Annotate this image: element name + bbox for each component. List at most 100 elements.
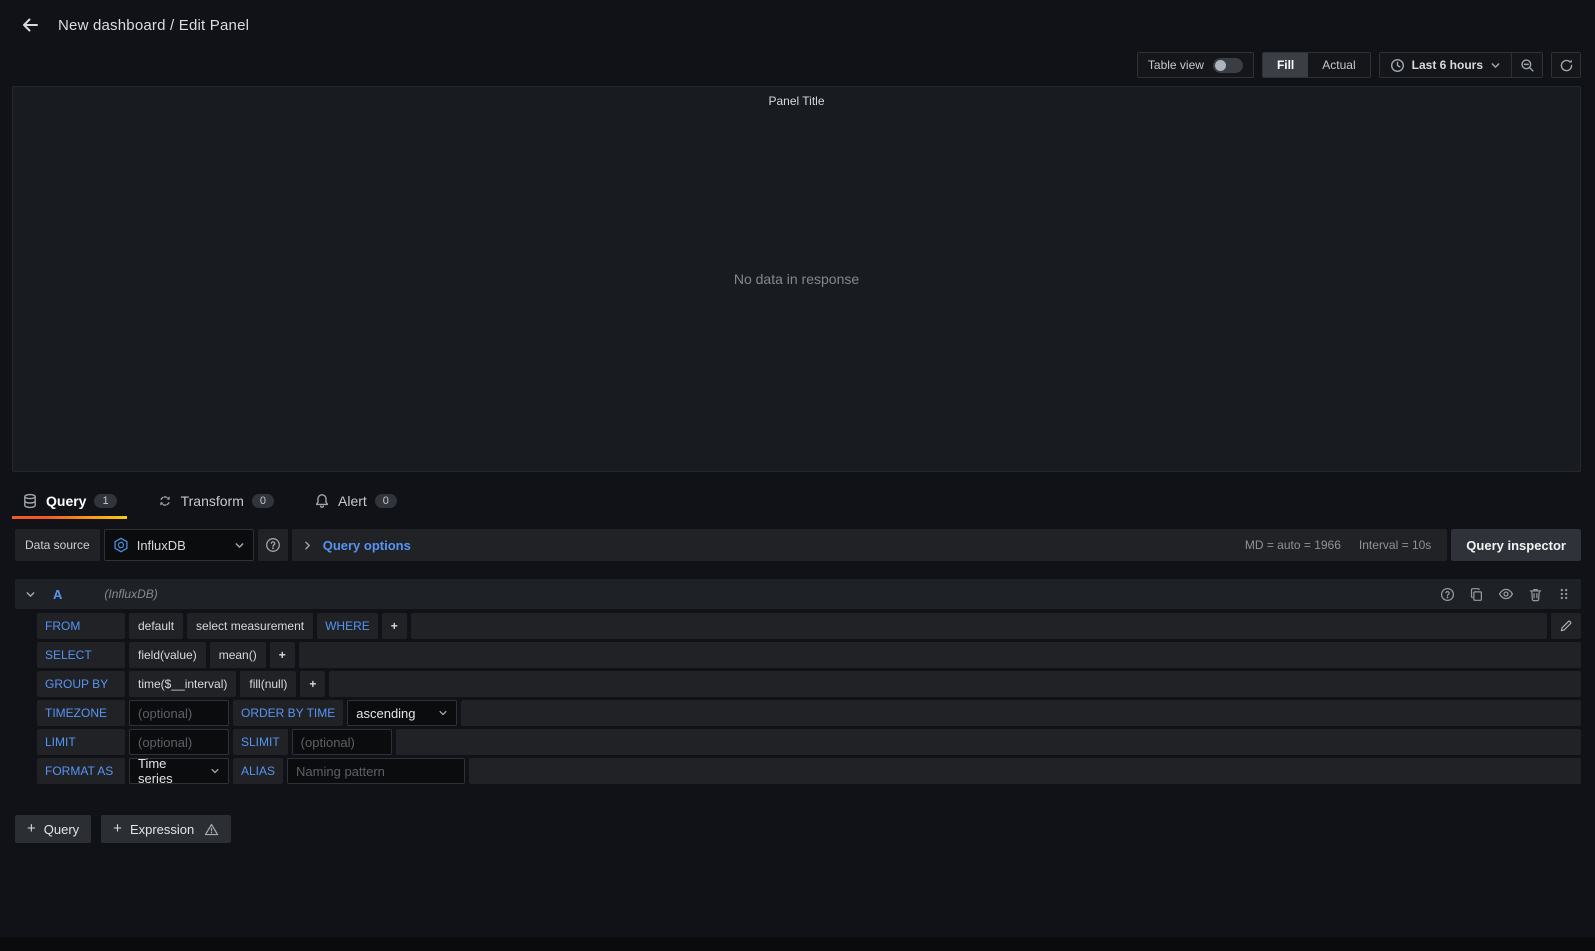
tab-query[interactable]: Query 1	[12, 486, 127, 519]
datasource-help-icon[interactable]	[257, 529, 288, 561]
tab-alert-label: Alert	[338, 493, 367, 509]
query-footer-actions: + Query + Expression	[15, 815, 1595, 843]
add-expression-button[interactable]: + Expression	[101, 815, 232, 843]
query-row-actions	[1440, 586, 1571, 602]
add-where-condition-button[interactable]: +	[381, 613, 407, 639]
query-ref-id[interactable]: A	[53, 587, 62, 602]
query-row-header[interactable]: A (InfluxDB)	[15, 579, 1581, 609]
time-range-label: Last 6 hours	[1411, 58, 1483, 72]
group-by-row: GROUP BY time($__interval) fill(null) +	[37, 671, 1581, 697]
limit-input[interactable]	[129, 729, 229, 755]
actual-option[interactable]: Actual	[1308, 53, 1369, 77]
chevron-down-icon	[234, 540, 245, 551]
row-filler	[469, 758, 1581, 784]
format-as-row: FORMAT AS Time series ALIAS	[37, 756, 1581, 786]
order-by-time-keyword: ORDER BY TIME	[233, 700, 344, 726]
bell-icon	[314, 493, 330, 509]
page-title: New dashboard / Edit Panel	[58, 16, 250, 34]
timezone-label: TIMEZONE	[37, 700, 125, 726]
time-interval-segment[interactable]: time($__interval)	[129, 671, 237, 697]
editor-tabs: Query 1 Transform 0 Alert 0	[12, 486, 1581, 519]
where-keyword: WHERE	[317, 613, 378, 639]
chevron-right-icon	[302, 540, 313, 551]
time-range-button[interactable]: Last 6 hours	[1380, 53, 1511, 77]
table-view-toggle[interactable]	[1212, 57, 1243, 73]
collapse-chevron-icon[interactable]	[25, 589, 45, 600]
toggle-knob	[1214, 59, 1226, 71]
add-query-button[interactable]: + Query	[15, 815, 92, 843]
back-arrow-icon[interactable]	[16, 11, 44, 39]
add-query-label: Query	[43, 821, 80, 837]
fill-null-segment[interactable]: fill(null)	[240, 671, 297, 697]
row-filler	[410, 613, 1547, 639]
query-datasource-hint: (InfluxDB)	[104, 587, 158, 601]
zoom-out-icon[interactable]	[1512, 53, 1542, 77]
tab-alert[interactable]: Alert 0	[304, 486, 407, 519]
table-view-label: Table view	[1147, 58, 1204, 72]
tab-query-label: Query	[46, 493, 87, 509]
from-label: FROM	[37, 613, 125, 639]
plus-icon: +	[113, 820, 122, 837]
influxdb-logo-icon	[113, 537, 129, 553]
order-by-time-value: ascending	[356, 705, 416, 721]
field-segment[interactable]: field(value)	[129, 642, 206, 668]
query-inspector-button[interactable]: Query inspector	[1451, 529, 1581, 561]
fill-option[interactable]: Fill	[1262, 53, 1309, 77]
toggle-raw-query-pencil-icon[interactable]	[1551, 613, 1581, 639]
add-expression-label: Expression	[129, 821, 195, 837]
row-filler	[461, 700, 1581, 726]
panel-title: Panel Title	[768, 94, 825, 108]
fill-actual-radiogroup: Fill Actual	[1261, 52, 1371, 78]
row-filler	[329, 671, 1581, 697]
format-as-select[interactable]: Time series	[129, 756, 229, 786]
format-as-label: FORMAT AS	[37, 758, 125, 784]
duplicate-query-icon[interactable]	[1469, 587, 1484, 602]
timezone-row: TIMEZONE ORDER BY TIME ascending	[37, 700, 1581, 726]
order-by-time-select[interactable]: ascending	[347, 700, 458, 726]
drag-handle-icon[interactable]	[1557, 587, 1571, 601]
select-row: SELECT field(value) mean() +	[37, 642, 1581, 668]
warning-triangle-icon	[204, 822, 219, 837]
database-icon	[22, 493, 38, 509]
query-editor-row-a: A (InfluxDB) FROM default select measure…	[15, 579, 1581, 789]
row-filler	[298, 642, 1581, 668]
query-help-icon[interactable]	[1440, 587, 1455, 602]
edit-panel-header: New dashboard / Edit Panel	[0, 0, 1595, 50]
plus-icon: +	[27, 820, 36, 837]
limit-label: LIMIT	[37, 729, 125, 755]
hide-query-eye-icon[interactable]	[1498, 586, 1514, 602]
time-range-picker: Last 6 hours	[1378, 52, 1543, 78]
transform-icon	[157, 493, 173, 509]
tab-query-count: 1	[94, 494, 117, 508]
panel-preview[interactable]: Panel Title No data in response	[12, 86, 1581, 472]
limit-row: LIMIT SLIMIT	[37, 729, 1581, 755]
interval-info: Interval = 10s	[1358, 538, 1432, 552]
refresh-icon[interactable]	[1551, 52, 1581, 78]
clock-icon	[1390, 58, 1405, 73]
alias-input[interactable]	[287, 758, 466, 784]
slimit-input[interactable]	[291, 729, 392, 755]
format-as-value: Time series	[138, 756, 173, 786]
alias-keyword: ALIAS	[233, 758, 284, 784]
tab-transform-label: Transform	[180, 493, 244, 509]
tab-transform[interactable]: Transform 0	[147, 486, 284, 519]
no-data-message: No data in response	[733, 271, 860, 287]
chevron-down-icon	[438, 708, 448, 718]
table-view-control: Table view	[1136, 52, 1254, 78]
datasource-label: Data source	[15, 529, 100, 561]
row-filler	[395, 729, 1581, 755]
from-row: FROM default select measurement WHERE +	[37, 613, 1581, 639]
mean-function-segment[interactable]: mean()	[209, 642, 266, 668]
timezone-input[interactable]	[129, 700, 229, 726]
add-select-part-button[interactable]: +	[269, 642, 295, 668]
delete-query-trash-icon[interactable]	[1528, 587, 1543, 602]
query-options-toggle[interactable]: Query options	[302, 538, 411, 553]
datasource-picker[interactable]: InfluxDB	[103, 529, 254, 561]
retention-policy-segment[interactable]: default	[129, 613, 184, 639]
measurement-segment[interactable]: select measurement	[187, 613, 314, 639]
influx-query-builder: FROM default select measurement WHERE + …	[15, 609, 1581, 789]
chevron-down-icon	[1490, 60, 1501, 71]
group-by-label: GROUP BY	[37, 671, 125, 697]
query-options-stats: MD = auto = 1966 Interval = 10s	[1245, 538, 1443, 552]
add-group-by-button[interactable]: +	[300, 671, 326, 697]
